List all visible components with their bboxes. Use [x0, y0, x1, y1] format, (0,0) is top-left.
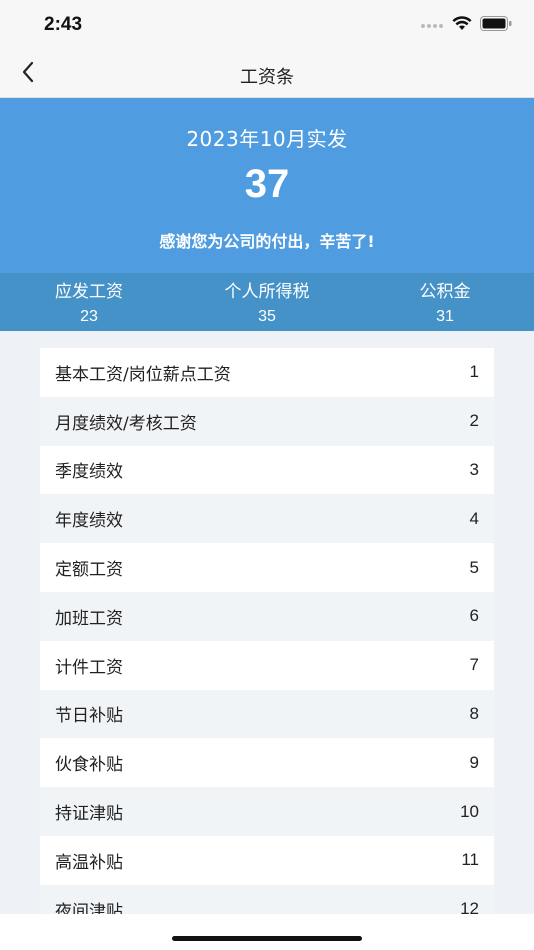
- summary-housing-fund: 公积金 31: [356, 273, 534, 331]
- summary-income-tax: 个人所得税 35: [178, 273, 356, 331]
- item-label: 节日补贴: [55, 706, 123, 727]
- item-value: 3: [469, 459, 479, 479]
- home-indicator-area: [0, 914, 534, 950]
- list-item: 节日补贴 8: [40, 689, 494, 739]
- pay-summary: 应发工资 23 个人所得税 35 公积金 31: [0, 273, 534, 331]
- item-label: 定额工资: [55, 560, 123, 581]
- item-label: 月度绩效/考核工资: [55, 413, 197, 434]
- signal-icon: [420, 16, 444, 35]
- pay-items-list[interactable]: 基本工资/岗位薪点工资 1 月度绩效/考核工资 2 季度绩效 3 年度绩效 4 …: [40, 348, 494, 914]
- payslip-screen: 2:43 工资条 2023年10月实发 37 感谢您为公司的付出，辛苦了! 应发…: [0, 0, 534, 950]
- summary-gross-pay: 应发工资 23: [0, 273, 178, 331]
- item-value: 8: [469, 703, 479, 723]
- item-value: 10: [460, 801, 479, 821]
- battery-icon: [480, 16, 512, 35]
- item-label: 持证津贴: [55, 804, 123, 825]
- list-item: 计件工资 7: [40, 640, 494, 690]
- list-item: 持证津贴 10: [40, 787, 494, 836]
- wifi-icon: [452, 16, 472, 35]
- summary-label: 公积金: [419, 282, 471, 302]
- status-icons: [420, 16, 512, 35]
- item-label: 计件工资: [55, 657, 123, 678]
- item-value: 11: [461, 850, 479, 870]
- item-value: 7: [469, 655, 479, 675]
- item-value: 5: [469, 557, 479, 577]
- item-value: 1: [469, 362, 479, 382]
- list-item: 定额工资 5: [40, 543, 494, 592]
- item-value: 6: [469, 606, 479, 626]
- item-value: 9: [469, 752, 479, 772]
- item-label: 伙食补贴: [55, 755, 123, 776]
- summary-label: 个人所得税: [224, 282, 310, 302]
- item-value: 4: [469, 508, 479, 528]
- thank-you-message: 感谢您为公司的付出，辛苦了!: [159, 232, 375, 251]
- summary-label: 应发工资: [55, 282, 123, 302]
- status-bar: 2:43: [0, 0, 534, 50]
- list-item: 高温补贴 11: [40, 835, 494, 885]
- item-label: 基本工资/岗位薪点工资: [55, 364, 231, 385]
- list-item: 月度绩效/考核工资 2: [40, 396, 494, 446]
- status-time: 2:43: [44, 14, 83, 35]
- payslip-banner: 2023年10月实发 37 感谢您为公司的付出，辛苦了!: [0, 98, 534, 273]
- navigation-bar: 工资条: [0, 50, 534, 98]
- pay-month-label: 2023年10月实发: [186, 127, 348, 151]
- item-label: 年度绩效: [55, 511, 123, 532]
- item-label: 季度绩效: [55, 462, 123, 483]
- home-indicator[interactable]: [172, 936, 362, 941]
- item-label: 夜间津贴: [55, 901, 123, 914]
- list-item: 伙食补贴 9: [40, 738, 494, 788]
- summary-value: 23: [80, 308, 98, 325]
- net-pay-amount: 37: [244, 162, 290, 206]
- list-item: 季度绩效 3: [40, 445, 494, 495]
- item-label: 高温补贴: [55, 852, 123, 873]
- list-item: 基本工资/岗位薪点工资 1: [40, 348, 494, 397]
- summary-value: 31: [436, 308, 454, 325]
- list-item: 年度绩效 4: [40, 494, 494, 544]
- page-title: 工资条: [240, 67, 294, 88]
- item-label: 加班工资: [55, 608, 123, 629]
- list-item: 夜间津贴 12: [40, 884, 494, 914]
- item-value: 2: [469, 411, 479, 431]
- summary-value: 35: [258, 308, 276, 325]
- item-value: 12: [460, 899, 479, 914]
- list-item: 加班工资 6: [40, 591, 494, 641]
